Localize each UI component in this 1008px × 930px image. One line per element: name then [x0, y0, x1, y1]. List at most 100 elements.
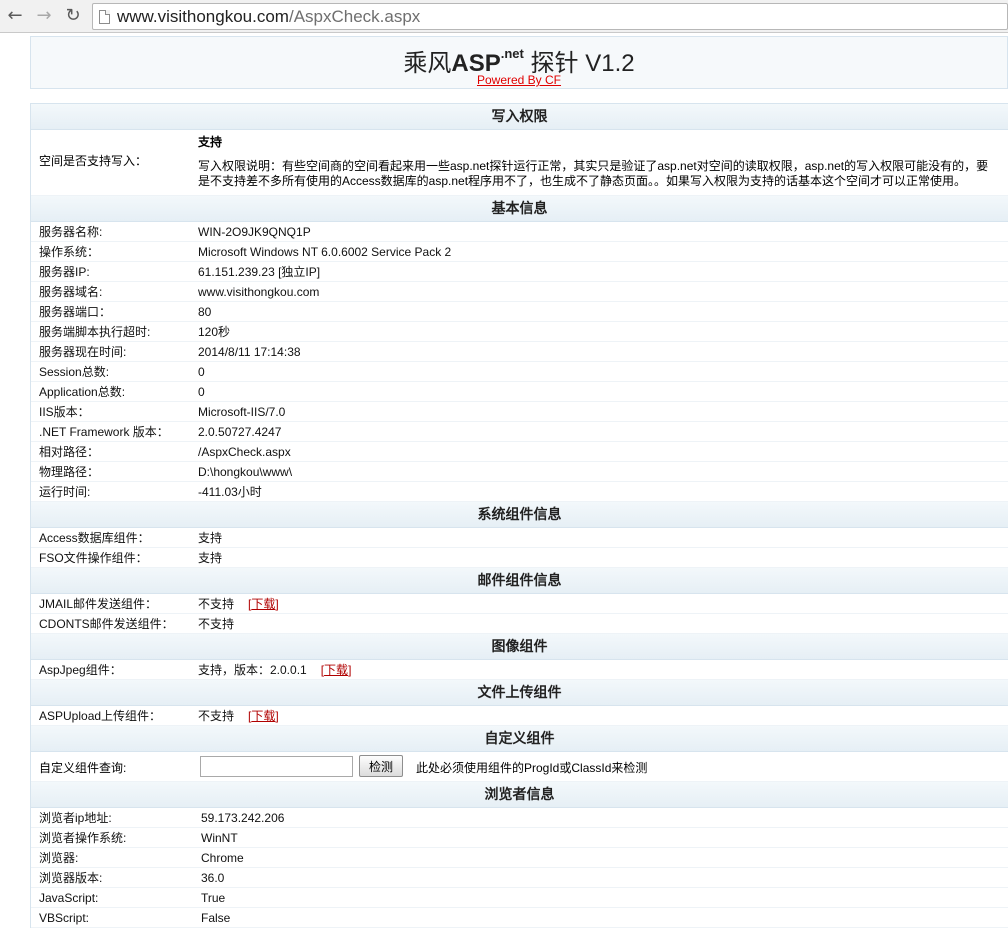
- section-upload: 文件上传组件: [31, 680, 1008, 706]
- row-value-text: WIN-2O9JK9QNQ1P: [198, 225, 311, 239]
- row-label: 服务端脚本执行超时:: [39, 325, 151, 339]
- table-row: 服务器名称: WIN-2O9JK9QNQ1P: [31, 222, 1008, 242]
- table-row: 操作系统： Microsoft Windows NT 6.0.6002 Servi…: [31, 242, 1008, 262]
- table-row: Application总数: 0: [31, 382, 1008, 402]
- row-value: Microsoft-IIS/7.0: [198, 402, 285, 422]
- row-label: 相对路径：: [39, 445, 100, 459]
- table-row: AspJpeg组件： 支持，版本：2.0.0.1 [下载]: [31, 660, 1008, 680]
- row-value: 59.173.242.206: [201, 808, 284, 828]
- row-value: D:\hongkou\www\: [198, 462, 292, 482]
- custom-hint: 此处必须使用组件的ProgId或ClassId来检测: [416, 761, 648, 775]
- reload-icon[interactable]: ↻: [61, 4, 85, 28]
- row-value: 61.151.239.23 [独立IP]: [198, 262, 320, 282]
- table-row: 浏览者操作系统: WinNT: [31, 828, 1008, 848]
- row-label: IIS版本：: [39, 405, 90, 419]
- table-row: 运行时间: -411.03小时: [31, 482, 1008, 502]
- row-label: 运行时间:: [39, 485, 91, 499]
- row-label: 操作系统：: [39, 245, 100, 259]
- section-image: 图像组件: [31, 634, 1008, 660]
- row-value: WinNT: [201, 828, 238, 848]
- download-link-text[interactable]: 下载: [251, 597, 275, 611]
- back-icon[interactable]: ←: [3, 4, 27, 28]
- row-value-text: D:\hongkou\www\: [198, 465, 293, 479]
- forward-icon[interactable]: →: [32, 4, 56, 28]
- section-mail: 邮件组件信息: [31, 568, 1008, 594]
- row-value: 120秒: [198, 322, 230, 342]
- row-value: 2.0.50727.4247: [198, 422, 281, 442]
- info-table: 写入权限 空间是否支持写入： 支持 写入权限说明：有些空间商的空间看起来用一些a…: [30, 103, 1008, 928]
- row-label: 服务器名称:: [39, 225, 103, 239]
- row-value-text: WinNT: [201, 831, 238, 845]
- write-value: 支持: [198, 135, 223, 149]
- row-value-text: 不支持: [198, 597, 235, 611]
- table-row: Access数据库组件： 支持: [31, 528, 1008, 548]
- table-row: IIS版本： Microsoft-IIS/7.0: [31, 402, 1008, 422]
- row-value-text: False: [201, 911, 231, 925]
- row-value-text: www.visithongkou.com: [198, 285, 320, 299]
- image-rows: AspJpeg组件： 支持，版本：2.0.0.1 [下载]: [31, 660, 1008, 680]
- row-value-text: True: [201, 891, 226, 905]
- row-value-text: 80: [198, 305, 212, 319]
- row-label: JMAIL邮件发送组件：: [39, 597, 158, 611]
- write-note: 写入权限说明：有些空间商的空间看起来用一些asp.net探针运行正常，其实只是验…: [198, 159, 989, 188]
- header-box: 乘风ASP.net 探针 V1.2 Powered By CF: [30, 36, 1008, 89]
- row-value: 不支持 [下载]: [198, 594, 279, 614]
- row-value: 0: [198, 362, 205, 382]
- browser-rows: 浏览者ip地址: 59.173.242.206 浏览者操作系统: WinNT 浏览器: C…: [31, 808, 1008, 928]
- row-value: 0: [198, 382, 205, 402]
- row-value-text: 支持，版本：2.0.0.1: [198, 663, 307, 677]
- row-label: AspJpeg组件：: [39, 663, 122, 677]
- custom-component-row: 自定义组件查询: 检测 此处必须使用组件的ProgId或ClassId来检测: [31, 752, 1008, 782]
- row-label: 服务器域名:: [39, 285, 103, 299]
- download-link[interactable]: [下载]: [248, 597, 279, 611]
- row-value-text: 支持: [198, 551, 223, 565]
- row-value-text: /AspxCheck.aspx: [198, 445, 291, 459]
- table-row: FSO文件操作组件： 支持: [31, 548, 1008, 568]
- row-label: 浏览器:: [39, 851, 79, 865]
- row-value-text: 0: [198, 365, 205, 379]
- download-link[interactable]: [下载]: [321, 663, 352, 677]
- row-label: 服务器IP:: [39, 265, 90, 279]
- check-button[interactable]: 检测: [359, 755, 403, 777]
- powered-by-link[interactable]: Powered By CF: [31, 73, 1007, 87]
- row-label: Access数据库组件：: [39, 531, 150, 545]
- row-value-text: 120秒: [198, 325, 231, 339]
- mail-rows: JMAIL邮件发送组件： 不支持 [下载] CDONTS邮件发送组件： 不支持: [31, 594, 1008, 634]
- row-label: FSO文件操作组件：: [39, 551, 148, 565]
- row-value: 36.0: [201, 868, 224, 888]
- section-write: 写入权限: [31, 104, 1008, 130]
- row-value: 支持: [198, 528, 222, 548]
- row-value-text: 59.173.242.206: [201, 811, 285, 825]
- row-label: 物理路径：: [39, 465, 100, 479]
- row-value: 支持: [198, 548, 222, 568]
- table-row: CDONTS邮件发送组件： 不支持: [31, 614, 1008, 634]
- custom-component-input[interactable]: [200, 756, 353, 777]
- row-value-text: 2.0.50727.4247: [198, 425, 282, 439]
- upload-rows: ASPUpload上传组件： 不支持 [下载]: [31, 706, 1008, 726]
- system-rows: Access数据库组件： 支持 FSO文件操作组件： 支持: [31, 528, 1008, 568]
- address-bar[interactable]: www.visithongkou.com/AspxCheck.aspx: [92, 3, 1008, 30]
- page-icon: [99, 10, 110, 24]
- table-row: .NET Framework 版本： 2.0.50727.4247: [31, 422, 1008, 442]
- row-value-text: Chrome: [201, 851, 244, 865]
- row-value-text: Microsoft Windows NT 6.0.6002 Service Pa…: [198, 245, 452, 259]
- table-row: 浏览者ip地址: 59.173.242.206: [31, 808, 1008, 828]
- row-label: 服务器端口：: [39, 305, 112, 319]
- table-row: JavaScript: True: [31, 888, 1008, 908]
- row-value: Chrome: [201, 848, 244, 868]
- url-text[interactable]: www.visithongkou.com/AspxCheck.aspx: [117, 7, 420, 27]
- table-row: 浏览器: Chrome: [31, 848, 1008, 868]
- download-link-text[interactable]: 下载: [251, 709, 275, 723]
- row-label: JavaScript:: [39, 891, 99, 905]
- row-value: 80: [198, 302, 211, 322]
- row-value-text: 2014/8/11 17:14:38: [198, 345, 301, 359]
- browser-toolbar: ← → ↻ www.visithongkou.com/AspxCheck.asp…: [0, 0, 1008, 33]
- row-value: 支持，版本：2.0.0.1 [下载]: [198, 660, 351, 680]
- row-value-text: 不支持: [198, 617, 235, 631]
- download-link[interactable]: [下载]: [248, 709, 279, 723]
- table-row: 物理路径： D:\hongkou\www\: [31, 462, 1008, 482]
- row-value-text: Microsoft-IIS/7.0: [198, 405, 286, 419]
- row-label: 浏览者操作系统:: [39, 831, 127, 845]
- download-link-text[interactable]: 下载: [324, 663, 348, 677]
- row-value-text: 0: [198, 385, 205, 399]
